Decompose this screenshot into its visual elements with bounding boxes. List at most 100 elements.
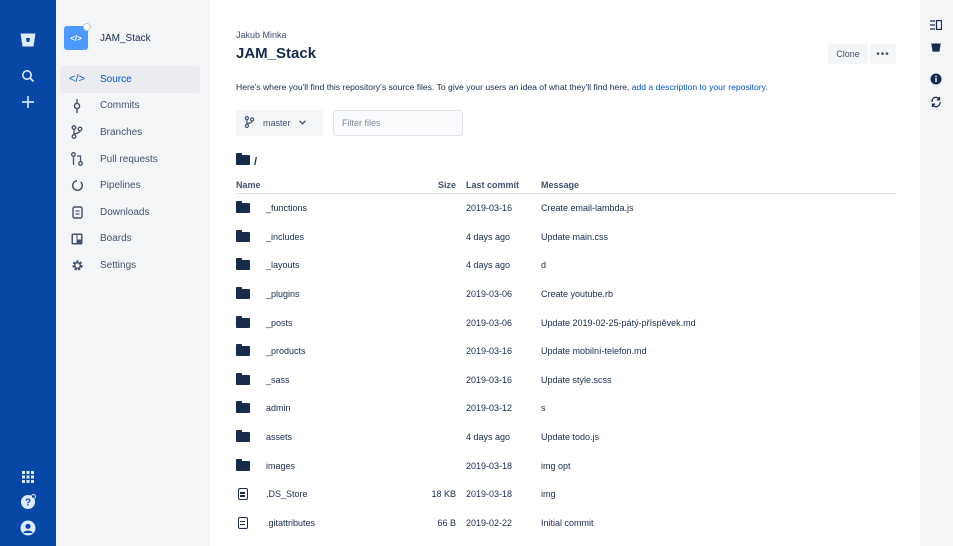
table-row[interactable]: _plugins 2019-03-06 Create youtube.rb bbox=[236, 280, 896, 309]
file-name-cell: admin bbox=[236, 401, 416, 414]
toggle-panel-icon[interactable] bbox=[929, 18, 943, 32]
file-name[interactable]: _layouts bbox=[266, 260, 300, 270]
folder-icon bbox=[236, 401, 258, 414]
file-name[interactable]: _posts bbox=[266, 318, 293, 328]
file-name[interactable]: admin bbox=[266, 403, 291, 413]
table-row[interactable]: _sass 2019-03-16 Update style.scss bbox=[236, 366, 896, 395]
bitbucket-small-icon[interactable] bbox=[929, 40, 943, 54]
commit-message[interactable]: Create email-lambda.js bbox=[541, 203, 896, 213]
page-title: JAM_Stack bbox=[236, 45, 317, 62]
help-icon[interactable]: ? bbox=[16, 490, 40, 514]
commit-message[interactable]: Update style.scss bbox=[541, 375, 896, 385]
create-plus-icon[interactable] bbox=[16, 90, 40, 114]
folder-icon bbox=[236, 201, 258, 214]
table-row[interactable]: _includes 4 days ago Update main.css bbox=[236, 223, 896, 252]
last-commit-date: 4 days ago bbox=[466, 260, 511, 271]
commit-message[interactable]: Create youtube.rb bbox=[541, 289, 896, 299]
sidebar-item-label: Pull requests bbox=[100, 153, 158, 165]
svg-text:?: ? bbox=[25, 498, 31, 509]
sidebar-nav: </> Source Commits Branches Pull request… bbox=[60, 66, 200, 279]
table-row[interactable]: _layouts 4 days ago d bbox=[236, 251, 896, 280]
commit-message[interactable]: Update todo.js bbox=[541, 432, 896, 442]
add-description-link[interactable]: add a description to your repository bbox=[632, 82, 766, 92]
folder-icon bbox=[236, 344, 258, 357]
folder-icon bbox=[236, 229, 258, 242]
file-name[interactable]: .DS_Store bbox=[266, 489, 308, 499]
file-name[interactable]: _includes bbox=[266, 232, 304, 242]
commit-message[interactable]: img bbox=[541, 489, 896, 499]
file-icon bbox=[236, 488, 258, 501]
breadcrumb: / bbox=[236, 153, 257, 168]
more-actions-button[interactable]: ••• bbox=[870, 44, 896, 64]
table-row[interactable]: .DS_Store 18 KB 2019-03-18 img bbox=[236, 480, 896, 509]
table-header: Name Size Last commit Message bbox=[236, 177, 896, 194]
sidebar-item-commits[interactable]: Commits bbox=[60, 93, 200, 120]
file-name[interactable]: _plugins bbox=[266, 289, 300, 299]
column-message: Message bbox=[541, 180, 580, 190]
file-name[interactable]: .gitattributes bbox=[266, 518, 315, 528]
sidebar-item-downloads[interactable]: Downloads bbox=[60, 199, 200, 226]
project-sidebar: </> JAM_Stack </> Source Commits Branche… bbox=[56, 0, 210, 546]
repo-name: JAM_Stack bbox=[100, 32, 151, 44]
file-name[interactable]: _sass bbox=[266, 375, 290, 385]
table-row[interactable]: assets 4 days ago Update todo.js bbox=[236, 423, 896, 452]
commit-message[interactable]: s bbox=[541, 403, 896, 413]
commit-message[interactable]: Update 2019-02-25-pátý-příspěvek.md bbox=[541, 318, 896, 328]
table-row[interactable]: _products 2019-03-16 Update mobilní-telefo… bbox=[236, 337, 896, 366]
app-switcher-icon[interactable] bbox=[16, 465, 40, 489]
file-table: Name Size Last commit Message _functions… bbox=[236, 177, 896, 537]
file-name[interactable]: _products bbox=[266, 346, 306, 356]
filter-files-input[interactable] bbox=[333, 110, 463, 136]
table-row[interactable]: admin 2019-03-12 s bbox=[236, 394, 896, 423]
file-size: 18 KB bbox=[431, 489, 456, 500]
last-commit-date: 2019-02-22 bbox=[466, 517, 513, 528]
table-row[interactable]: _functions 2019-03-16 Create email-lambda.… bbox=[236, 194, 896, 223]
right-sidebar bbox=[920, 0, 953, 546]
board-icon bbox=[70, 232, 84, 246]
last-commit-date: 2019-03-06 bbox=[466, 317, 513, 328]
commit-message[interactable]: Update main.css bbox=[541, 232, 896, 242]
last-commit-date: 2019-03-16 bbox=[466, 374, 513, 385]
clone-button[interactable]: Clone bbox=[828, 44, 868, 64]
repo-description: Here's where you'll find this repository… bbox=[236, 82, 768, 92]
file-name[interactable]: assets bbox=[266, 432, 292, 442]
file-name[interactable]: images bbox=[266, 461, 295, 471]
profile-avatar-icon[interactable] bbox=[16, 516, 40, 540]
repo-header[interactable]: </> JAM_Stack bbox=[64, 23, 151, 50]
file-name[interactable]: _functions bbox=[266, 203, 307, 213]
last-commit-date: 2019-03-06 bbox=[466, 289, 513, 300]
commit-message[interactable]: Initial commit bbox=[541, 518, 896, 528]
current-path[interactable]: / bbox=[254, 156, 257, 168]
sidebar-item-pull-requests[interactable]: Pull requests bbox=[60, 146, 200, 173]
sidebar-item-branches[interactable]: Branches bbox=[60, 119, 200, 146]
file-name-cell: _plugins bbox=[236, 287, 416, 300]
sidebar-item-pipelines[interactable]: Pipelines bbox=[60, 172, 200, 199]
info-icon[interactable] bbox=[929, 72, 943, 86]
file-name-cell: .gitattributes bbox=[236, 516, 416, 529]
sidebar-item-settings[interactable]: Settings bbox=[60, 252, 200, 279]
column-name: Name bbox=[236, 180, 261, 190]
table-row[interactable]: .gitattributes 66 B 2019-02-22 Initial comm… bbox=[236, 509, 896, 538]
repo-avatar: </> bbox=[64, 23, 91, 50]
repo-owner[interactable]: Jakub Minka bbox=[236, 30, 287, 40]
table-body: _functions 2019-03-16 Create email-lambda.… bbox=[236, 194, 896, 537]
sidebar-item-boards[interactable]: Boards bbox=[60, 226, 200, 253]
sidebar-item-source[interactable]: </> Source bbox=[60, 66, 200, 93]
global-navigation: ? bbox=[0, 0, 56, 546]
search-icon[interactable] bbox=[16, 64, 40, 88]
commit-message[interactable]: img opt bbox=[541, 461, 896, 471]
folder-icon bbox=[236, 315, 258, 328]
table-row[interactable]: images 2019-03-18 img opt bbox=[236, 451, 896, 480]
branch-selector[interactable]: master bbox=[236, 110, 323, 136]
sync-icon[interactable] bbox=[929, 95, 943, 109]
commit-icon bbox=[70, 98, 84, 113]
table-row[interactable]: _posts 2019-03-06 Update 2019-02-25-pátý-p… bbox=[236, 308, 896, 337]
last-commit-date: 2019-03-16 bbox=[466, 346, 513, 357]
commit-message[interactable]: d bbox=[541, 260, 896, 270]
folder-icon bbox=[236, 153, 250, 168]
sidebar-item-label: Settings bbox=[100, 259, 137, 271]
branch-icon bbox=[244, 115, 255, 131]
bitbucket-logo-icon[interactable] bbox=[16, 28, 40, 52]
sidebar-item-label: Downloads bbox=[100, 206, 150, 218]
commit-message[interactable]: Update mobilní-telefon.md bbox=[541, 346, 896, 356]
